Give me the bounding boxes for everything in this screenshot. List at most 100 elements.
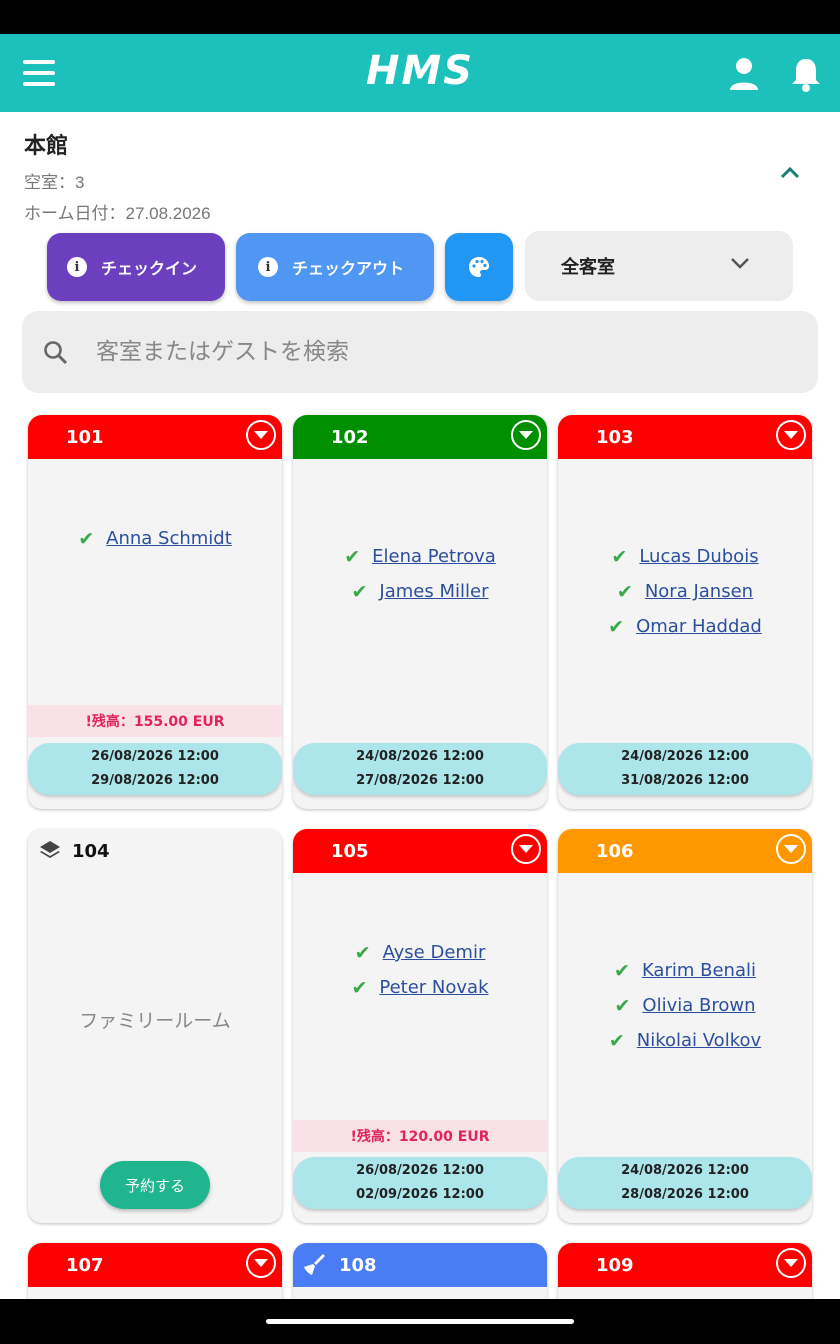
guest-link[interactable]: Lucas Dubois bbox=[639, 546, 758, 567]
room-header: 105 bbox=[293, 829, 547, 873]
room-card-102[interactable]: 102 ✔ Elena Petrova ✔ James Miller 24/08/2… bbox=[293, 415, 547, 809]
guest-item: ✔ Omar Haddad bbox=[558, 609, 812, 644]
room-header: 108 bbox=[293, 1243, 547, 1287]
check-icon: ✔ bbox=[611, 545, 628, 568]
stay-dates: 24/08/2026 12:00 28/08/2026 12:00 bbox=[558, 1157, 812, 1209]
room-menu-icon[interactable] bbox=[246, 1248, 276, 1278]
guest-item: ✔ Elena Petrova bbox=[293, 539, 547, 574]
room-header: 107 bbox=[28, 1243, 282, 1287]
balance-badge: !残高：120.00 EUR bbox=[293, 1120, 547, 1152]
balance-badge: !残高：155.00 EUR bbox=[28, 705, 282, 737]
info-icon: i bbox=[258, 257, 278, 277]
palette-button[interactable] bbox=[445, 233, 513, 301]
guest-list: ✔ Ayse Demir ✔ Peter Novak bbox=[293, 935, 547, 1005]
guest-link[interactable]: James Miller bbox=[379, 581, 488, 602]
building-name: 本館 bbox=[24, 134, 69, 159]
room-menu-icon[interactable] bbox=[246, 420, 276, 450]
checkout-button[interactable]: i チェックアウト bbox=[236, 233, 434, 301]
check-icon: ✔ bbox=[616, 580, 633, 603]
room-card-103[interactable]: 103 ✔ Lucas Dubois ✔ Nora Jansen ✔ Omar Had… bbox=[558, 415, 812, 809]
stay-dates: 24/08/2026 12:00 27/08/2026 12:00 bbox=[293, 743, 547, 795]
guest-item: ✔ Nikolai Volkov bbox=[558, 1023, 812, 1058]
bell-icon bbox=[792, 59, 820, 92]
app-bar: HMS bbox=[0, 34, 840, 112]
book-button[interactable]: 予約する bbox=[100, 1161, 210, 1209]
room-card-105[interactable]: 105 ✔ Ayse Demir ✔ Peter Novak !残高：120.00 … bbox=[293, 829, 547, 1223]
check-icon: ✔ bbox=[608, 615, 625, 638]
guest-item: ✔ Nora Jansen bbox=[558, 574, 812, 609]
room-menu-icon[interactable] bbox=[511, 420, 541, 450]
guest-list: ✔ Anna Schmidt bbox=[28, 521, 282, 556]
checkin-button[interactable]: i チェックイン bbox=[47, 233, 225, 301]
checkin-label: チェックイン bbox=[101, 259, 198, 278]
room-header: 101 bbox=[28, 415, 282, 459]
check-icon: ✔ bbox=[354, 941, 371, 964]
checkin-date: 24/08/2026 12:00 bbox=[621, 749, 749, 764]
room-number: 104 bbox=[72, 840, 110, 862]
checkin-date: 24/08/2026 12:00 bbox=[621, 1163, 749, 1178]
room-number: 102 bbox=[331, 426, 369, 448]
stay-dates: 26/08/2026 12:00 29/08/2026 12:00 bbox=[28, 743, 282, 795]
home-date: ホーム日付：27.08.2026 bbox=[24, 204, 211, 223]
room-filter-value: 全客室 bbox=[561, 257, 615, 278]
chevron-up-icon bbox=[780, 166, 800, 179]
layers-icon bbox=[40, 841, 60, 858]
room-header: 103 bbox=[558, 415, 812, 459]
room-filter-dropdown[interactable]: 全客室 bbox=[525, 231, 793, 301]
room-number: 101 bbox=[66, 426, 104, 448]
guest-item: ✔ Ayse Demir bbox=[293, 935, 547, 970]
room-number: 109 bbox=[596, 1254, 634, 1276]
system-nav-bar bbox=[0, 1299, 840, 1344]
guest-item: ✔ Anna Schmidt bbox=[28, 521, 282, 556]
room-number: 103 bbox=[596, 426, 634, 448]
check-icon: ✔ bbox=[351, 976, 368, 999]
guest-link[interactable]: Olivia Brown bbox=[642, 995, 755, 1016]
notifications-button[interactable] bbox=[786, 54, 826, 94]
guest-link[interactable]: Karim Benali bbox=[642, 960, 756, 981]
home-gesture-bar[interactable] bbox=[266, 1319, 574, 1324]
vacant-count: 空室：3 bbox=[24, 173, 85, 192]
guest-link[interactable]: Elena Petrova bbox=[372, 546, 496, 567]
check-icon: ✔ bbox=[608, 1029, 625, 1052]
room-menu-icon[interactable] bbox=[776, 1248, 806, 1278]
room-card-106[interactable]: 106 ✔ Karim Benali ✔ Olivia Brown ✔ Nikolai… bbox=[558, 829, 812, 1223]
status-bar bbox=[0, 0, 840, 34]
checkout-date: 29/08/2026 12:00 bbox=[91, 773, 219, 788]
profile-button[interactable] bbox=[724, 54, 764, 94]
room-type: ファミリールーム bbox=[79, 1010, 231, 1032]
check-icon: ✔ bbox=[614, 994, 631, 1017]
room-number: 108 bbox=[339, 1254, 377, 1276]
guest-link[interactable]: Nikolai Volkov bbox=[637, 1030, 761, 1051]
guest-item: ✔ Peter Novak bbox=[293, 970, 547, 1005]
guest-link[interactable]: Peter Novak bbox=[379, 977, 488, 998]
guest-link[interactable]: Anna Schmidt bbox=[106, 528, 232, 549]
guest-item: ✔ James Miller bbox=[293, 574, 547, 609]
guest-link[interactable]: Ayse Demir bbox=[383, 942, 486, 963]
room-card-104[interactable]: 104 ファミリールーム 予約する bbox=[28, 829, 282, 1223]
room-menu-icon[interactable] bbox=[511, 834, 541, 864]
check-icon: ✔ bbox=[78, 527, 95, 550]
check-icon: ✔ bbox=[344, 545, 361, 568]
guest-link[interactable]: Nora Jansen bbox=[645, 581, 753, 602]
room-card-101[interactable]: 101 ✔ Anna Schmidt !残高：155.00 EUR 26/08/2… bbox=[28, 415, 282, 809]
search-icon bbox=[44, 341, 68, 365]
guest-list: ✔ Elena Petrova ✔ James Miller bbox=[293, 539, 547, 609]
room-header: 109 bbox=[558, 1243, 812, 1287]
room-number: 107 bbox=[66, 1254, 104, 1276]
search-input[interactable] bbox=[96, 331, 786, 373]
broom-icon bbox=[304, 1254, 325, 1275]
guest-item: ✔ Olivia Brown bbox=[558, 988, 812, 1023]
property-header: 本館 空室：3 ホーム日付：27.08.2026 bbox=[24, 128, 211, 224]
guest-link[interactable]: Omar Haddad bbox=[636, 616, 762, 637]
collapse-button[interactable] bbox=[772, 158, 808, 186]
room-number: 106 bbox=[596, 840, 634, 862]
stay-dates: 26/08/2026 12:00 02/09/2026 12:00 bbox=[293, 1157, 547, 1209]
room-menu-icon[interactable] bbox=[776, 834, 806, 864]
guest-list: ✔ Lucas Dubois ✔ Nora Jansen ✔ Omar Haddad bbox=[558, 539, 812, 644]
room-number: 105 bbox=[331, 840, 369, 862]
checkout-date: 02/09/2026 12:00 bbox=[356, 1187, 484, 1202]
room-header: 106 bbox=[558, 829, 812, 873]
guest-item: ✔ Lucas Dubois bbox=[558, 539, 812, 574]
room-menu-icon[interactable] bbox=[776, 420, 806, 450]
guest-list: ✔ Karim Benali ✔ Olivia Brown ✔ Nikolai Vol… bbox=[558, 953, 812, 1058]
